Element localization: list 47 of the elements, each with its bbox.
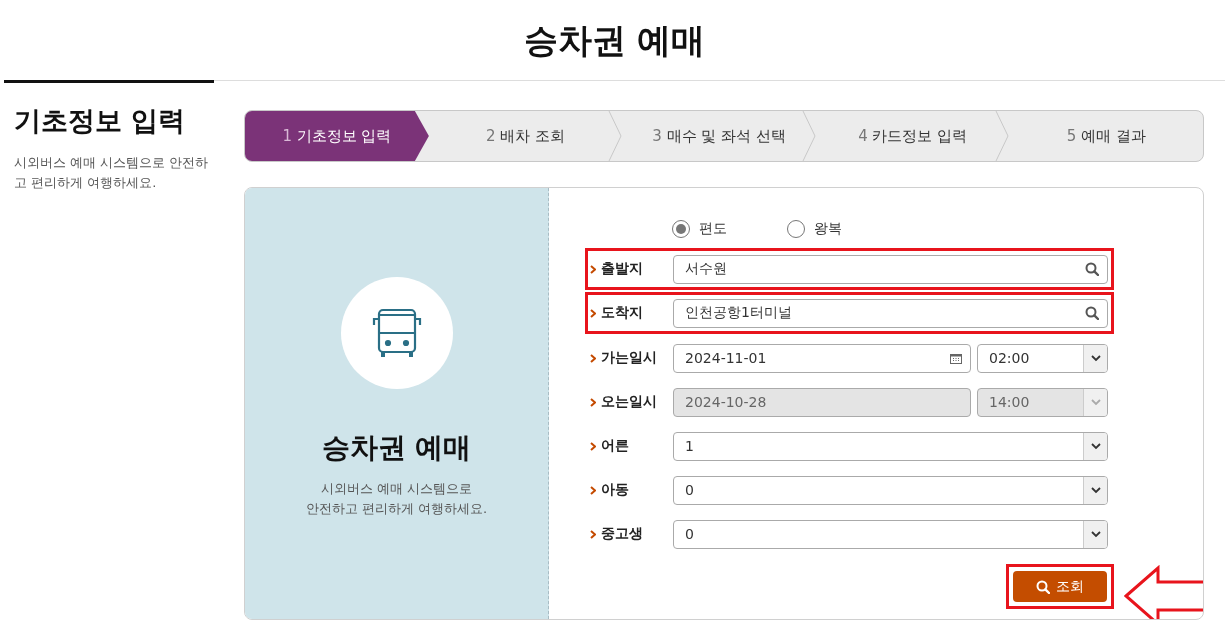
- step-tab[interactable]: 5 예매 결과: [1009, 111, 1203, 161]
- field-label: 출발지: [601, 260, 644, 278]
- page-title: 승차권 예매: [522, 19, 707, 62]
- section-heading: 기초정보 입력: [14, 104, 187, 138]
- dropdown[interactable]: 1: [673, 431, 1108, 461]
- intro-text: 시외버스 예매 시스템으로: [319, 480, 474, 498]
- chevron-icon: [590, 397, 596, 407]
- radio-label[interactable]: 왕복: [814, 220, 842, 238]
- search-icon: [1085, 306, 1099, 320]
- field-label: 어른: [601, 437, 630, 455]
- caret-icon: [1089, 530, 1102, 538]
- chevron-icon: [590, 308, 596, 318]
- chevron-icon: [590, 264, 596, 274]
- caret-icon: [1089, 442, 1102, 450]
- caret-icon: [1089, 486, 1102, 494]
- step-tab[interactable]: 2 배차 조회: [428, 111, 623, 161]
- intro-text: 안전하고 편리하게 여행하세요.: [305, 500, 488, 518]
- radio-button[interactable]: [672, 220, 690, 238]
- dropdown[interactable]: 0: [673, 475, 1108, 505]
- step-tab[interactable]: 3 매수 및 좌석 선택: [622, 111, 816, 161]
- calendar-icon: [950, 352, 962, 364]
- field-label: 아동: [601, 481, 630, 499]
- field-label: 도착지: [601, 304, 644, 322]
- input-field[interactable]: 서수원: [673, 254, 1108, 284]
- search-icon: [1036, 579, 1050, 594]
- caret-icon: [1089, 398, 1102, 406]
- chevron-icon: [590, 353, 596, 363]
- field-label: 가는일시: [601, 349, 658, 367]
- radio-button[interactable]: [787, 220, 805, 238]
- input-field[interactable]: 인천공항1터미널: [673, 298, 1108, 328]
- dropdown[interactable]: 0: [673, 519, 1108, 549]
- field-label: 중고생: [601, 525, 644, 543]
- dropdown[interactable]: 02:00: [977, 343, 1108, 373]
- section-description: 시외버스 예매 시스템으로 안전하고 편리하게 여행하세요.: [14, 154, 210, 192]
- search-icon: [1085, 262, 1099, 276]
- step-tab[interactable]: 1 기초정보 입력: [245, 111, 429, 161]
- step-tab[interactable]: 4 카드정보 입력: [815, 111, 1010, 161]
- chevron-icon: [590, 529, 596, 539]
- intro-title: 승차권 예매: [321, 430, 472, 466]
- radio-label[interactable]: 편도: [699, 220, 727, 238]
- search-button[interactable]: 조회: [1013, 571, 1107, 602]
- caret-icon: [1089, 354, 1102, 362]
- date-field[interactable]: 2024-11-01: [673, 343, 971, 373]
- field-label: 오는일시: [601, 393, 658, 411]
- chevron-icon: [590, 441, 596, 451]
- pointer-arrow-icon: [1124, 565, 1203, 619]
- chevron-icon: [590, 485, 596, 495]
